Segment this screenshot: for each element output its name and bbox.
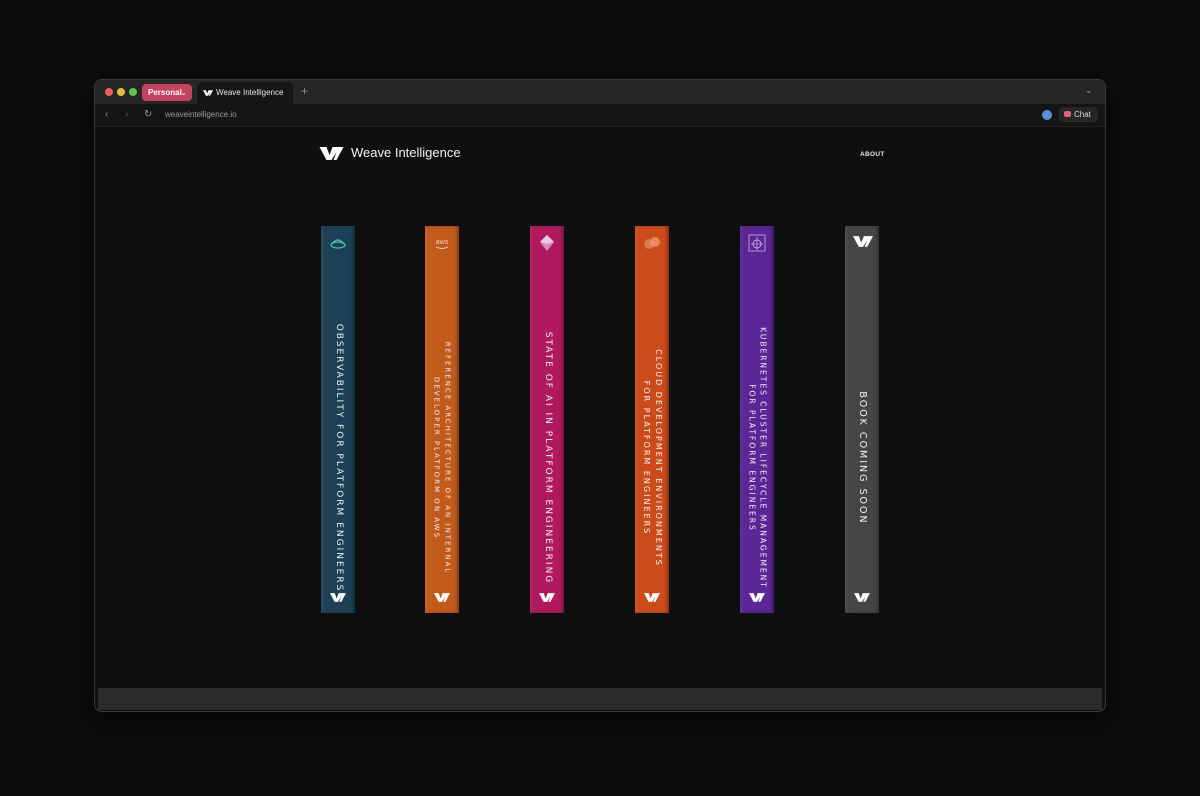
profile-label: Personal [148, 88, 182, 97]
book-title-line: FOR PLATFORM ENGINEERS [642, 380, 651, 536]
bottom-bar [98, 688, 1102, 710]
nav-about-link[interactable]: ABOUT [860, 151, 885, 158]
book-title: CLOUD DEVELOPMENT ENVIRONMENTS FOR PLATFO… [640, 349, 664, 567]
tab-weave-intelligence[interactable]: Weave Intelligence [197, 82, 293, 104]
forward-icon[interactable]: › [125, 109, 128, 120]
weave-logo-icon [319, 147, 344, 160]
maximize-window-button[interactable] [129, 88, 137, 96]
chat-button[interactable]: Chat [1059, 107, 1098, 122]
helm-icon [748, 234, 766, 252]
extension-icon[interactable] [1042, 110, 1052, 120]
tab-title: Weave Intelligence [216, 88, 284, 97]
cloud-icon [643, 234, 661, 252]
url-field[interactable]: weaveintelligence.io [165, 110, 237, 119]
book-spine[interactable]: BOOK COMING SOON [845, 226, 879, 613]
book-title-line: BOOK COMING SOON [857, 391, 869, 525]
book-spine[interactable]: aws REFERENCE ARCHITECTURE OF AN INTERNAL… [425, 226, 459, 613]
aws-icon: aws [433, 234, 451, 252]
book-title: BOOK COMING SOON [855, 392, 869, 525]
minimize-window-button[interactable] [117, 88, 125, 96]
svg-text:aws: aws [436, 239, 449, 246]
weave-logo-icon [539, 589, 555, 602]
page-content: Weave Intelligence ABOUT OBSERVABILITY F… [98, 127, 1102, 687]
browser-window: Personal ⌄ Weave Intelligence + ‹ › ↻ we… [95, 80, 1105, 711]
book-title-line: OBSERVABILITY FOR PLATFORM ENGINEERS [333, 323, 344, 593]
book-title: KUBERNETES CLUSTER LIFECYCLE MANAGEMENT F… [746, 327, 769, 589]
book-title-line: DEVELOPER PLATFORM ON AWS [433, 377, 441, 540]
book-title-line: REFERENCE ARCHITECTURE OF AN INTERNAL [443, 341, 452, 575]
weave-logo-icon [203, 90, 213, 96]
profile-switcher[interactable]: Personal ⌄ [142, 84, 192, 101]
book-title-line: CLOUD DEVELOPMENT ENVIRONMENTS [654, 349, 663, 568]
address-bar: ‹ › ↻ weaveintelligence.io Chat ⌄ [95, 85, 1105, 127]
book-title-line: KUBERNETES CLUSTER LIFECYCLE MANAGEMENT [758, 327, 768, 590]
close-window-button[interactable] [105, 88, 113, 96]
weave-logo-icon [854, 589, 870, 602]
book-spine[interactable]: KUBERNETES CLUSTER LIFECYCLE MANAGEMENT F… [740, 226, 774, 613]
weave-logo-icon [749, 589, 765, 602]
book-spine[interactable]: OBSERVABILITY FOR PLATFORM ENGINEERS [321, 226, 355, 613]
chevron-down-icon: ⌄ [180, 88, 187, 97]
crystal-icon [538, 234, 556, 252]
book-spine[interactable]: CLOUD DEVELOPMENT ENVIRONMENTS FOR PLATFO… [635, 226, 669, 613]
reload-icon[interactable]: ↻ [144, 109, 152, 120]
book-spine[interactable]: STATE OF AI IN PLATFORM ENGINEERING [530, 226, 564, 613]
book-title: STATE OF AI IN PLATFORM ENGINEERING [540, 332, 554, 585]
back-icon[interactable]: ‹ [105, 109, 108, 120]
tab-list-chevron-icon[interactable]: ⌄ [1085, 85, 1093, 96]
chat-bubble-icon [1064, 111, 1071, 117]
book-title: REFERENCE ARCHITECTURE OF AN INTERNAL DEV… [432, 342, 453, 575]
book-title-line: STATE OF AI IN PLATFORM ENGINEERING [542, 331, 553, 585]
book-title: OBSERVABILITY FOR PLATFORM ENGINEERS [331, 324, 345, 593]
bowl-icon [329, 234, 347, 252]
brand-name: Weave Intelligence [351, 145, 461, 160]
new-tab-button[interactable]: + [301, 84, 308, 98]
weave-logo-icon [434, 589, 450, 602]
weave-logo-icon [644, 589, 660, 602]
book-title-line: FOR PLATFORM ENGINEERS [747, 384, 756, 532]
weave-logo-icon [330, 589, 346, 602]
weave-logo-icon [853, 234, 873, 252]
tab-bar: Personal ⌄ Weave Intelligence + [95, 80, 1105, 104]
chat-label: Chat [1074, 110, 1091, 119]
